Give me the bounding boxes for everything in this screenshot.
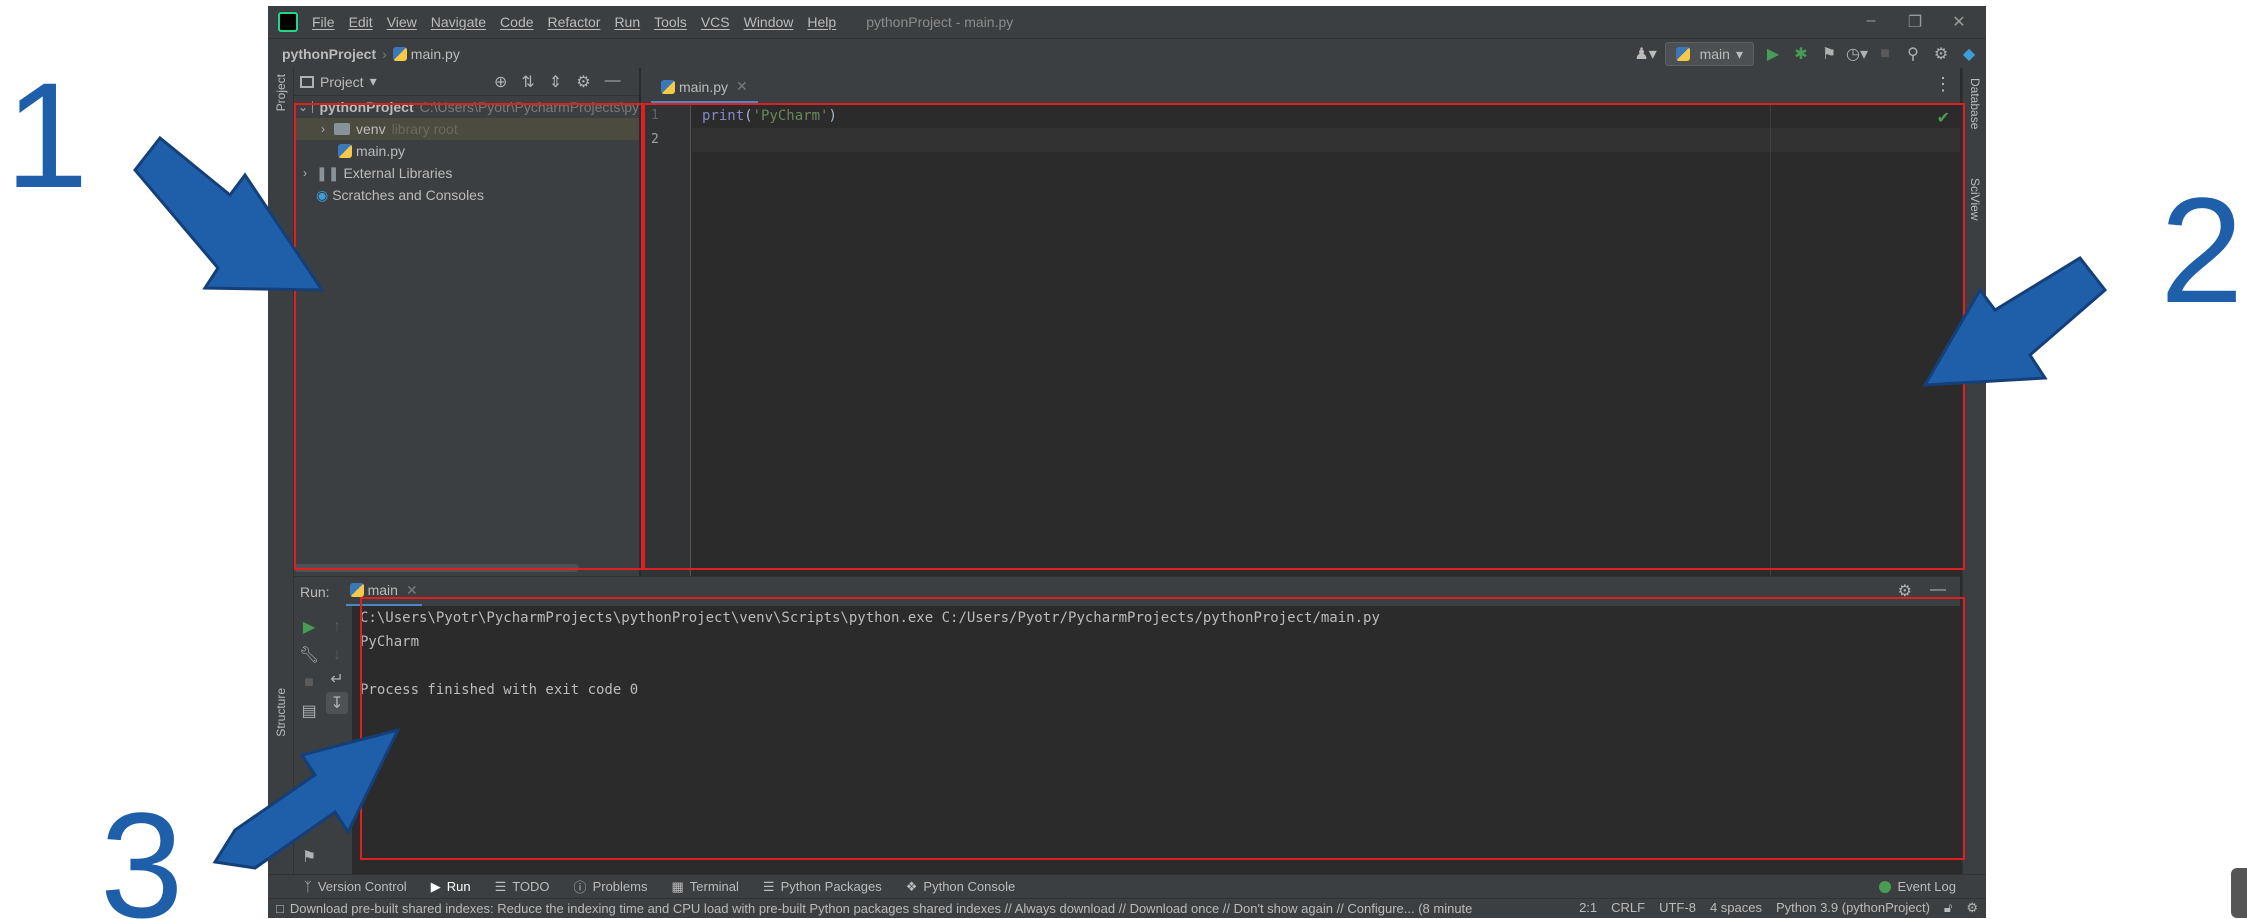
arrow-1-icon [133,135,325,292]
screenshot-stage: 1 2 3 File Edit View Navigate Code Refac… [0,0,2247,919]
arrow-3-icon [212,727,401,870]
annotation-arrows [133,135,2108,870]
arrow-2-icon [1922,256,2108,387]
mascot-icon [2231,868,2247,918]
